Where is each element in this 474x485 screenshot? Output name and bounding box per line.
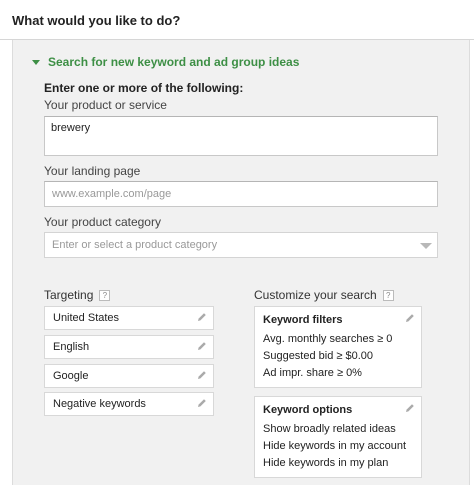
option-line: Show broadly related ideas — [263, 423, 396, 435]
pencil-icon[interactable] — [405, 403, 415, 413]
category-label: Your product category — [44, 215, 161, 229]
page-header: What would you like to do? — [0, 0, 474, 40]
targeting-item-location[interactable]: United States — [44, 306, 214, 330]
filter-line: Avg. monthly searches ≥ 0 — [263, 333, 393, 345]
pencil-icon[interactable] — [197, 341, 207, 351]
targeting-item-network[interactable]: Google — [44, 364, 214, 388]
pencil-icon[interactable] — [197, 370, 207, 380]
customize-label: Customize your search ? — [254, 288, 394, 302]
targeting-item-label: Negative keywords — [53, 398, 146, 410]
pencil-icon[interactable] — [197, 312, 207, 322]
filter-line: Ad impr. share ≥ 0% — [263, 367, 362, 379]
keyword-options-title: Keyword options — [263, 404, 353, 416]
targeting-item-label: Google — [53, 370, 89, 382]
targeting-label-text: Targeting — [44, 288, 94, 302]
targeting-label: Targeting ? — [44, 288, 111, 302]
product-input-value: brewery — [51, 122, 91, 134]
keyword-options-box[interactable]: Keyword options Show broadly related ide… — [254, 396, 422, 478]
form-heading: Enter one or more of the following: — [44, 81, 244, 95]
filter-line: Suggested bid ≥ $0.00 — [263, 350, 374, 362]
pencil-icon[interactable] — [197, 398, 207, 408]
landing-page-label: Your landing page — [44, 164, 141, 178]
option-line: Hide keywords in my plan — [263, 457, 389, 469]
section-toggle-keyword-ideas[interactable]: Search for new keyword and ad group idea… — [32, 54, 299, 70]
category-select[interactable]: Enter or select a product category — [44, 232, 438, 258]
triangle-down-icon — [32, 60, 40, 65]
landing-page-input[interactable]: www.example.com/page — [44, 181, 438, 207]
page-title: What would you like to do? — [12, 13, 181, 28]
targeting-item-label: United States — [53, 312, 120, 324]
keyword-filters-title: Keyword filters — [263, 314, 343, 326]
category-placeholder: Enter or select a product category — [52, 239, 218, 251]
product-input[interactable]: brewery — [44, 116, 438, 156]
dropdown-arrow-icon[interactable] — [420, 243, 432, 249]
targeting-item-negative-keywords[interactable]: Negative keywords — [44, 392, 214, 416]
help-icon[interactable]: ? — [382, 289, 394, 301]
landing-page-placeholder: www.example.com/page — [52, 188, 172, 200]
keyword-filters-box[interactable]: Keyword filters Avg. monthly searches ≥ … — [254, 306, 422, 388]
help-icon[interactable]: ? — [99, 289, 111, 301]
option-line: Hide keywords in my account — [263, 440, 407, 452]
section-label: Search for new keyword and ad group idea… — [48, 55, 300, 69]
customize-label-text: Customize your search — [254, 288, 377, 302]
targeting-item-language[interactable]: English — [44, 335, 214, 359]
pencil-icon[interactable] — [405, 313, 415, 323]
product-label: Your product or service — [44, 98, 167, 112]
targeting-item-label: English — [53, 341, 90, 353]
